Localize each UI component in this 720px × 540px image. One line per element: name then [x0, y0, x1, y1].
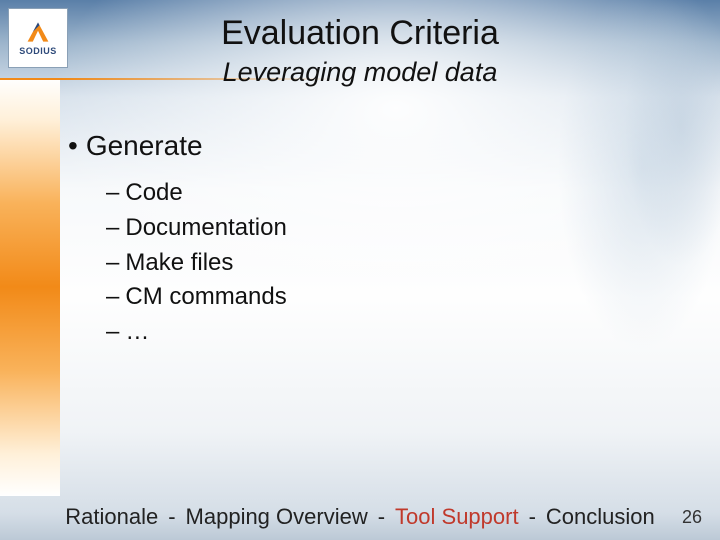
slide-title: Evaluation Criteria [0, 14, 720, 53]
bullet-text: Make files [125, 249, 233, 276]
dash-icon: – [106, 283, 119, 310]
bullet-label: Generate [86, 130, 203, 161]
bullet-text: Code [125, 179, 182, 206]
dash-icon: – [106, 249, 119, 276]
crumb-mapping-overview: Mapping Overview [186, 504, 368, 530]
dash-icon: – [106, 179, 119, 206]
page-number: 26 [682, 507, 702, 528]
crumb-separator: - [168, 504, 175, 530]
crumb-conclusion: Conclusion [546, 504, 655, 530]
dash-icon: – [106, 214, 119, 241]
footer-breadcrumb: Rationale - Mapping Overview - Tool Supp… [0, 504, 720, 530]
slide-subtitle: Leveraging model data [0, 57, 720, 88]
bullet-level2-item: –Code [106, 176, 668, 211]
dash-icon: – [106, 318, 119, 345]
bullet-level2-item: –CM commands [106, 280, 668, 315]
crumb-separator: - [378, 504, 385, 530]
bullet-text: CM commands [125, 283, 286, 310]
bullet-text: … [125, 318, 149, 345]
bullet-level2-item: –Documentation [106, 211, 668, 246]
bullet-level2-item: –Make files [106, 246, 668, 281]
crumb-separator: - [529, 504, 536, 530]
bullet-level1: • Generate [68, 130, 668, 162]
bullet-text: Documentation [125, 214, 286, 241]
crumb-tool-support: Tool Support [395, 504, 519, 530]
bullet-level2-item: –… [106, 315, 668, 350]
slide-body: •Generate –Code –Documentation –Make fil… [68, 130, 668, 350]
bullet-dot-icon: • [68, 130, 78, 161]
crumb-rationale: Rationale [65, 504, 158, 530]
